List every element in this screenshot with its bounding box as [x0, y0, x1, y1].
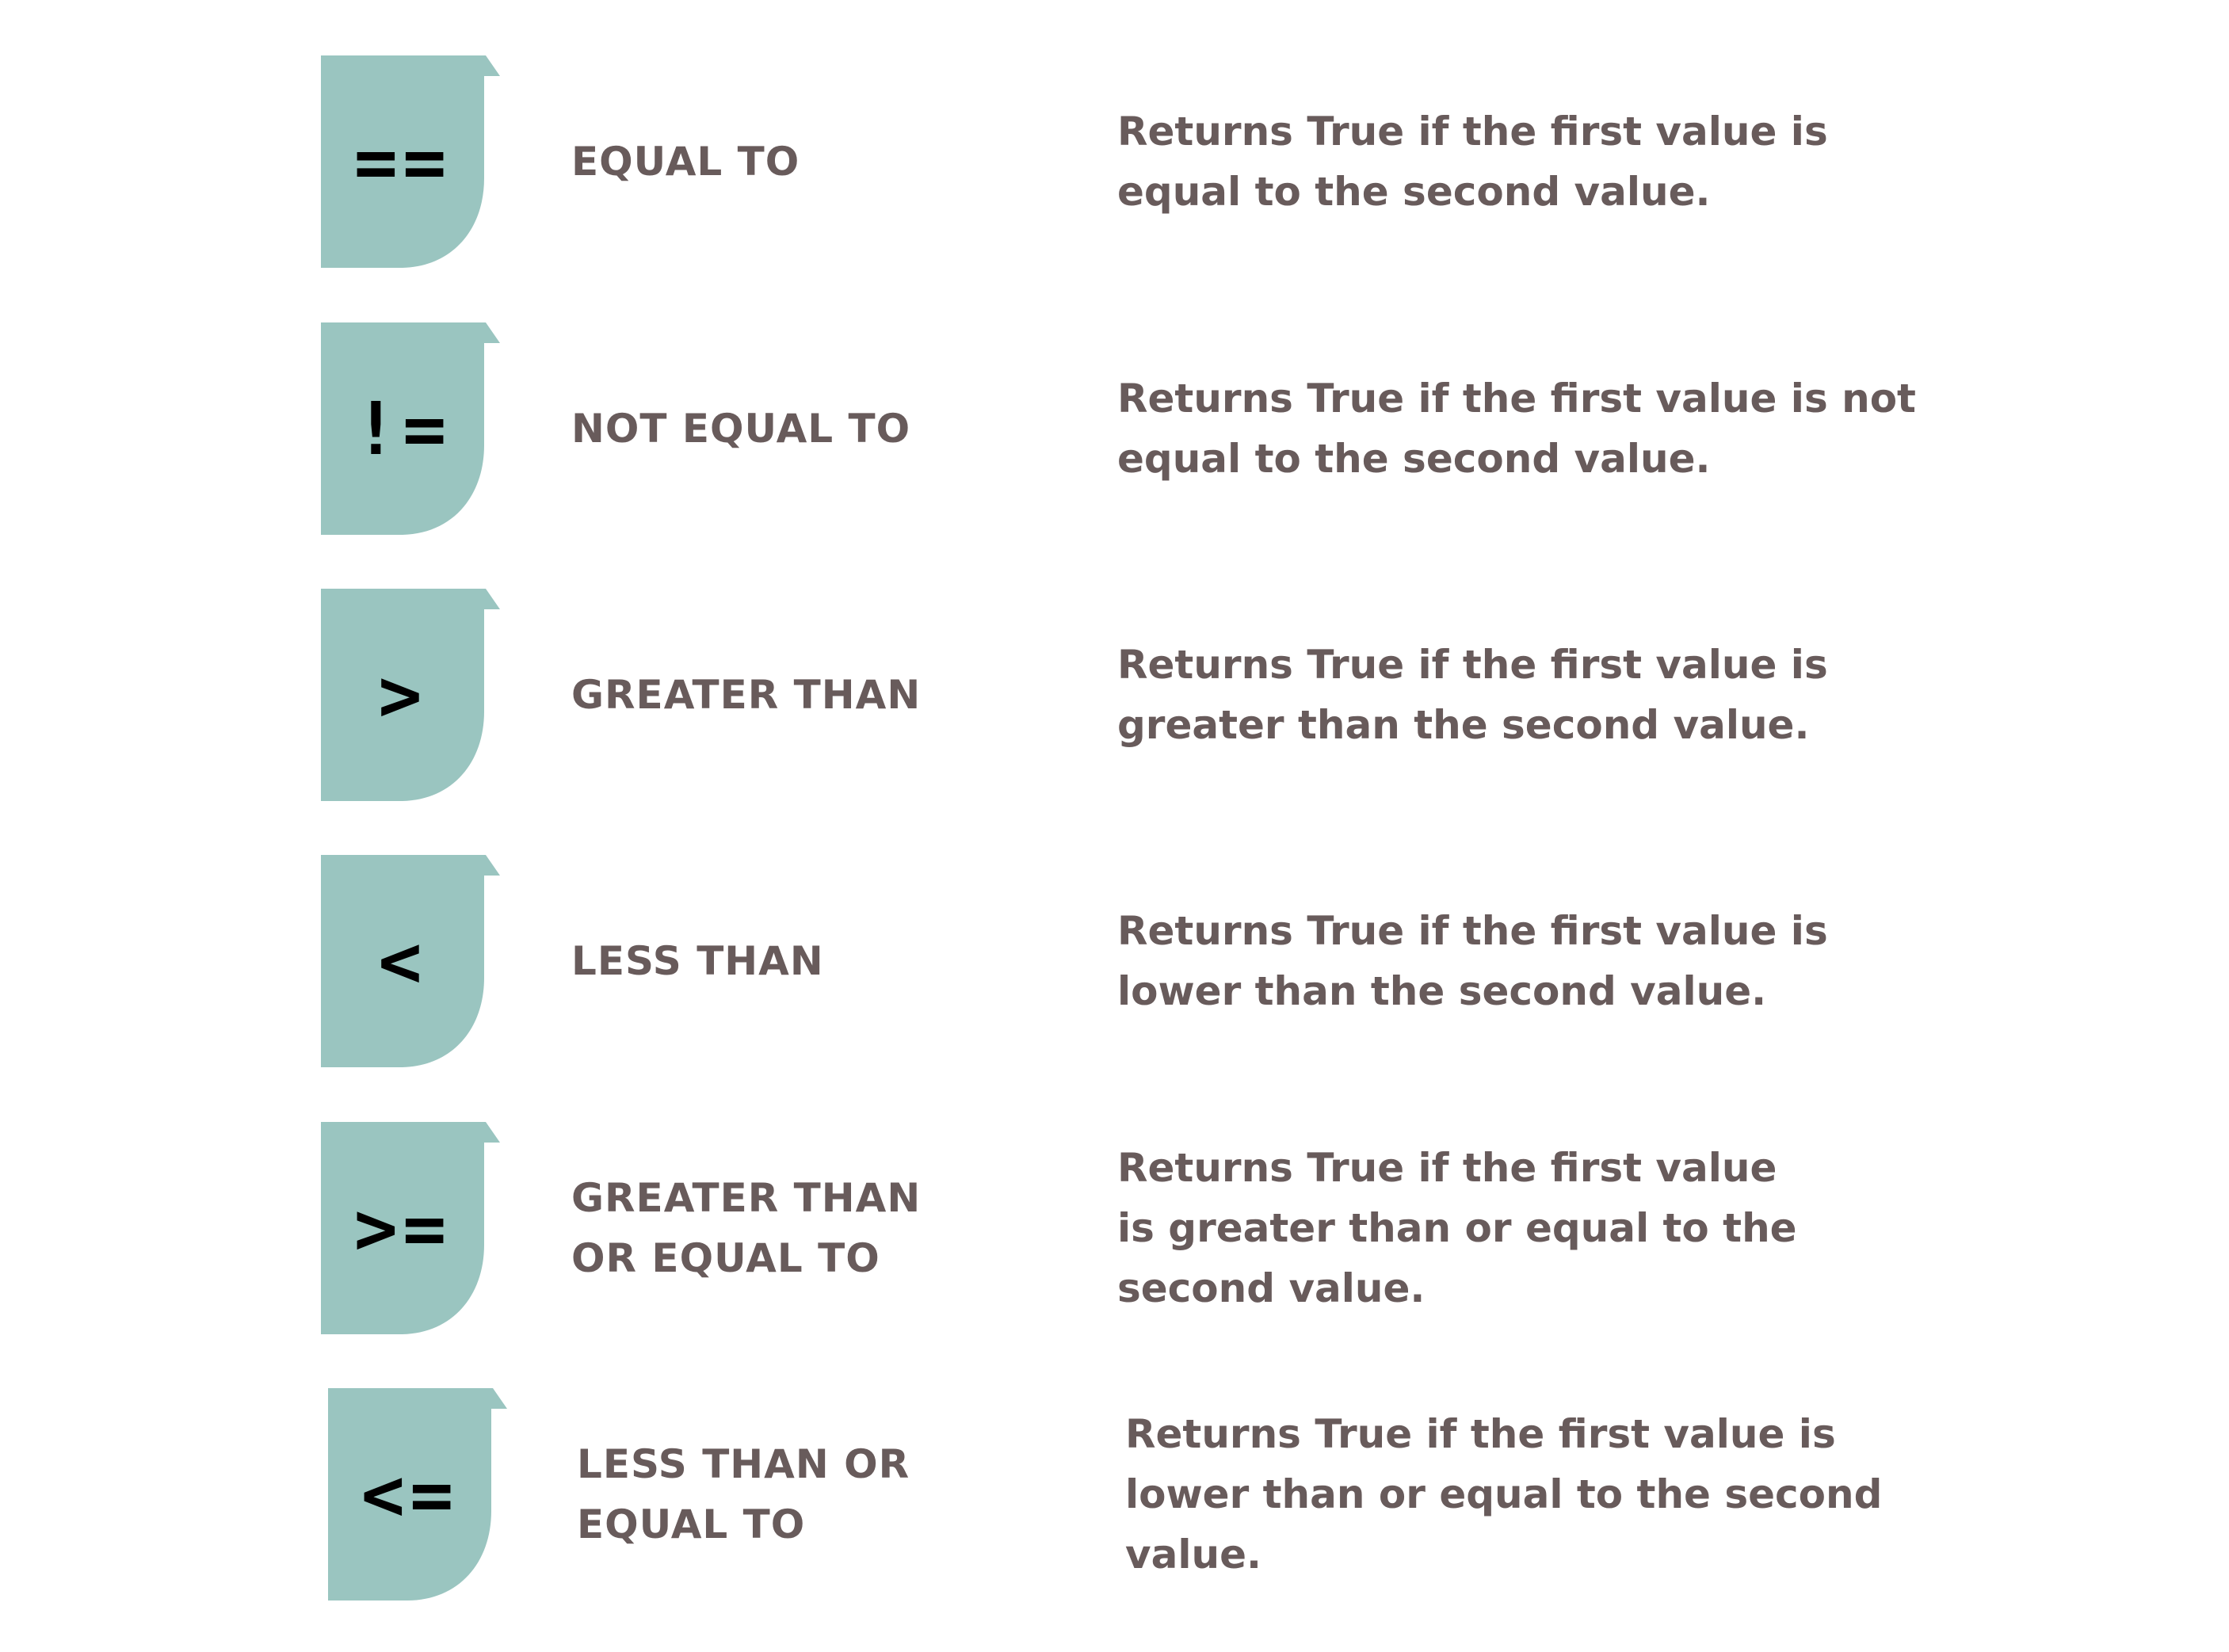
operator-label: EQUAL TO	[571, 139, 800, 185]
operator-label: GREATER THAN OR EQUAL TO	[571, 1175, 922, 1281]
operator-label: LESS THAN	[571, 938, 824, 984]
operator-row-less: < LESS THAN Returns True if the first va…	[0, 855, 2229, 1067]
badge-shape: <=	[328, 1388, 507, 1600]
operator-symbol: >=	[353, 1185, 452, 1271]
operator-row-equal: == EQUAL TO Returns True if the first va…	[0, 55, 2229, 268]
operator-label: GREATER THAN	[571, 672, 922, 718]
badge-shape: ==	[321, 55, 500, 268]
operator-label: NOT EQUAL TO	[571, 406, 911, 452]
operator-description: Returns True if the first value is not e…	[1117, 376, 1916, 482]
operator-description: Returns True if the first value is great…	[1117, 1145, 1797, 1311]
operator-description: Returns True if the first value is lower…	[1125, 1411, 1883, 1578]
badge-shape: >=	[321, 1122, 500, 1334]
operator-description: Returns True if the first value is great…	[1117, 642, 1828, 748]
operator-row-less-equal: <= LESS THAN OR EQUAL TO Returns True if…	[0, 1388, 2229, 1600]
operator-description: Returns True if the first value is lower…	[1117, 908, 1828, 1014]
operator-row-greater: > GREATER THAN Returns True if the first…	[0, 589, 2229, 801]
operator-row-not-equal: != NOT EQUAL TO Returns True if the firs…	[0, 322, 2229, 535]
badge-shape: <	[321, 855, 500, 1067]
operator-symbol: !=	[353, 386, 452, 471]
operator-label: LESS THAN OR EQUAL TO	[577, 1441, 910, 1547]
operator-symbol: >	[378, 652, 427, 738]
operator-symbol: <	[378, 918, 427, 1004]
operator-description: Returns True if the first value is equal…	[1117, 109, 1828, 215]
badge-shape: >	[321, 589, 500, 801]
badge-shape: !=	[321, 322, 500, 535]
operator-row-greater-equal: >= GREATER THAN OR EQUAL TO Returns True…	[0, 1122, 2229, 1334]
operator-symbol: ==	[353, 119, 452, 204]
operator-symbol: <=	[361, 1452, 459, 1537]
